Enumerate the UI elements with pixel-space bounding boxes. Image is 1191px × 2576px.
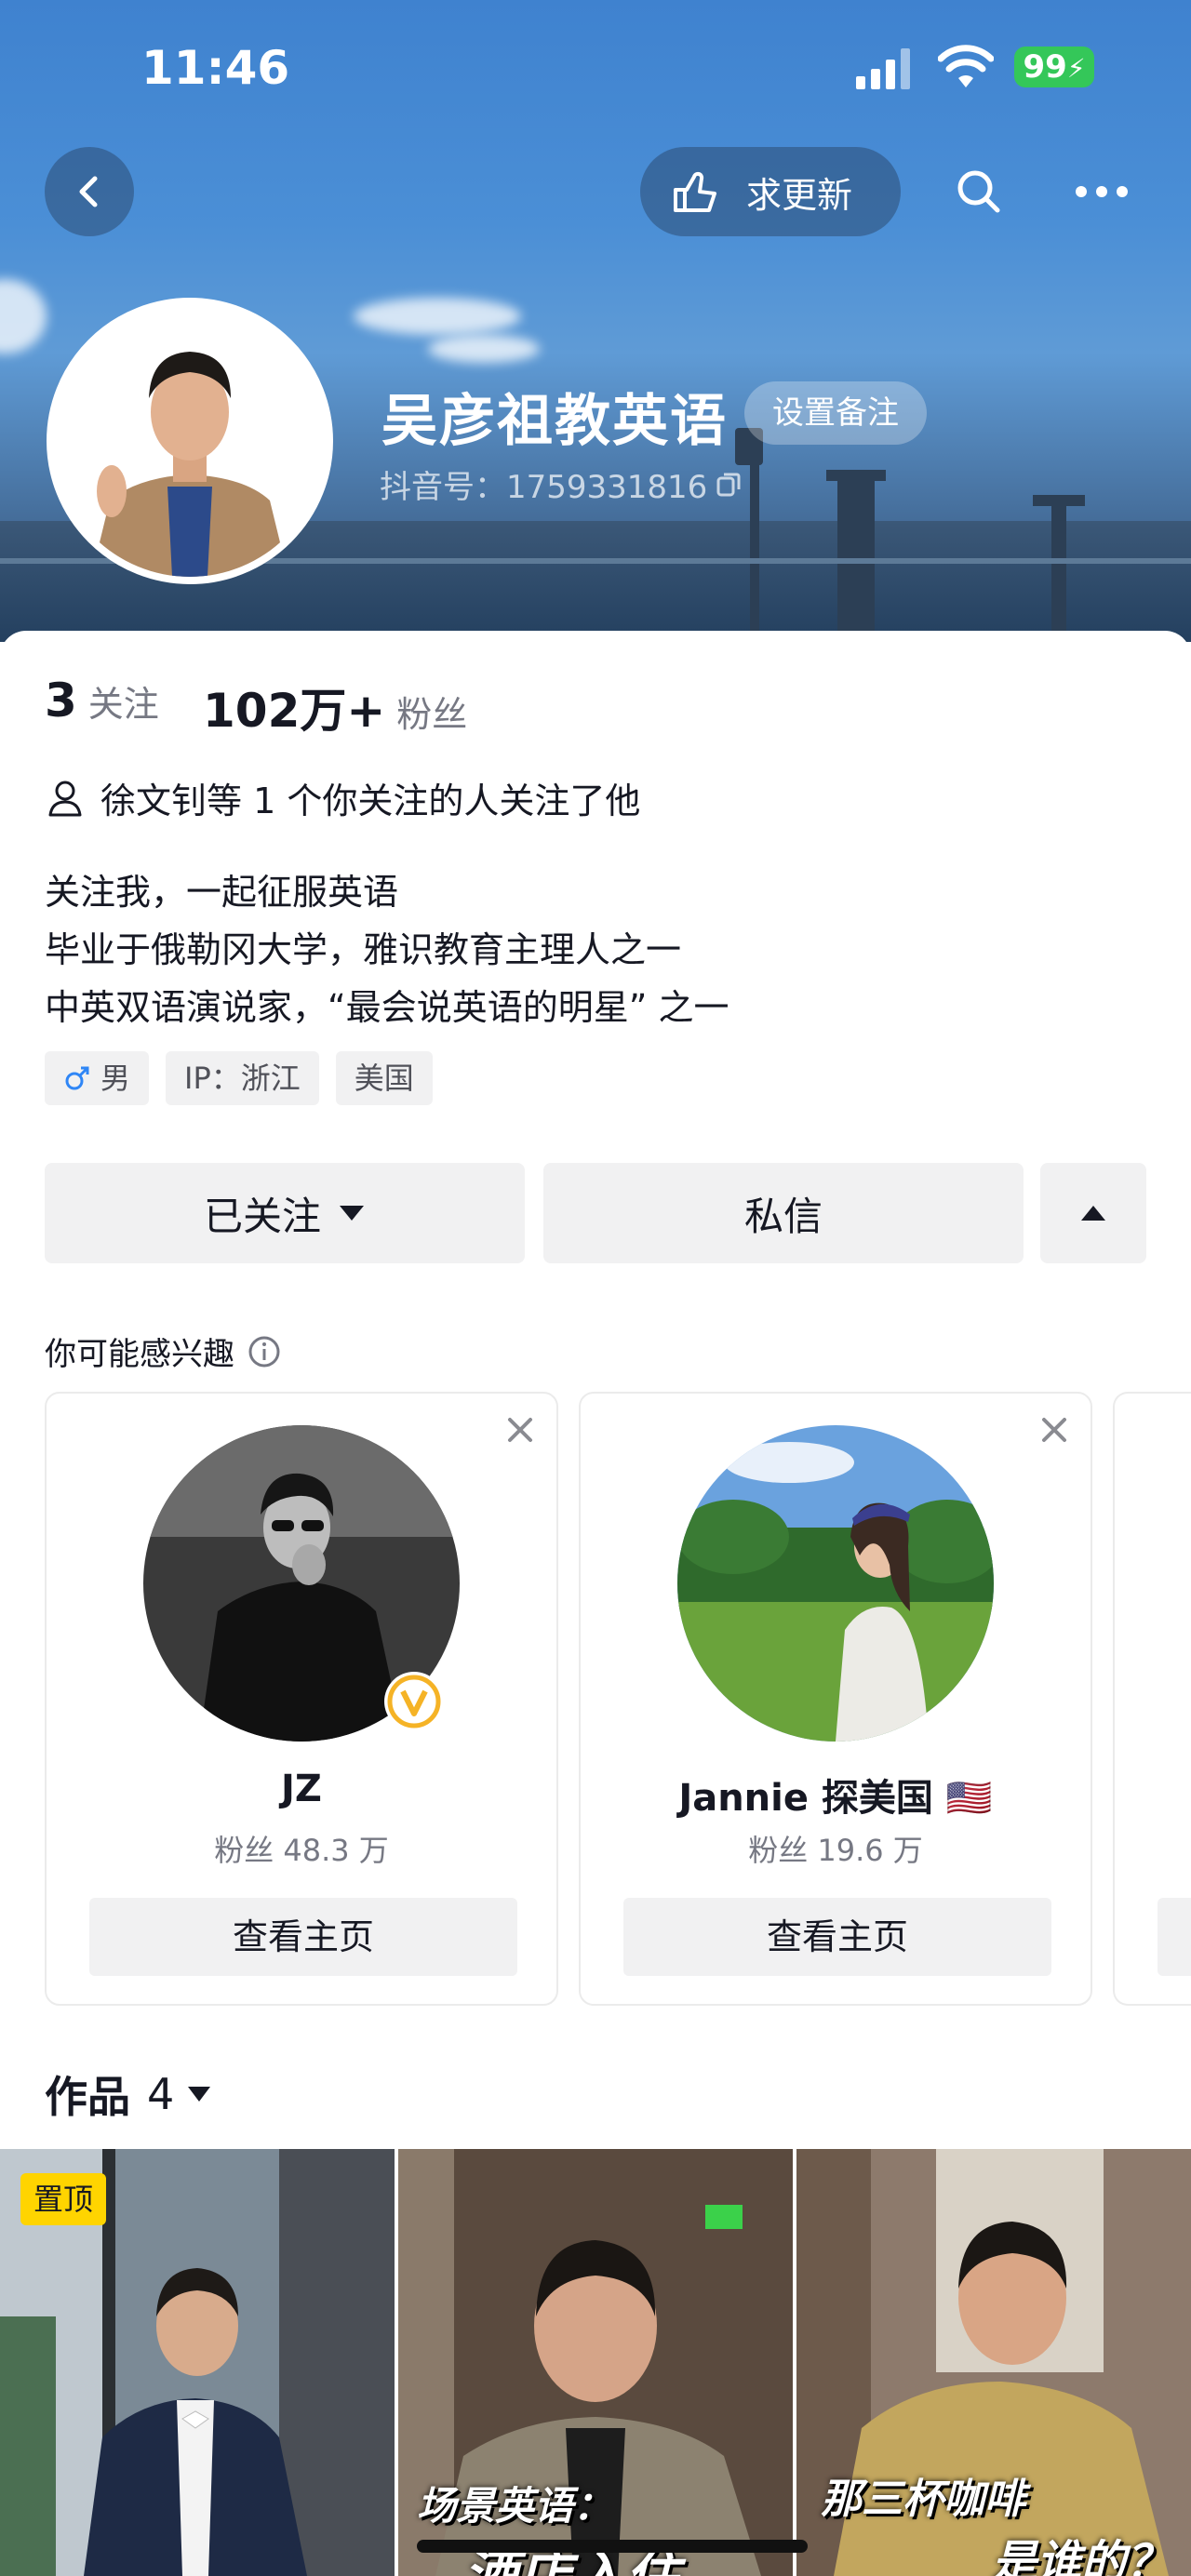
location-tag: 美国 bbox=[335, 1051, 433, 1105]
mutual-followers[interactable]: 徐文钊等 1 个你关注的人关注了他 bbox=[45, 772, 640, 823]
bio-line: 中英双语演说家，“最会说英语的明星” 之一 bbox=[45, 987, 729, 1028]
suggestion-card[interactable]: Jannie 探美国 🇺🇸 粉丝 19.6 万 查看主页 bbox=[579, 1392, 1092, 2006]
battery-indicator: 99⚡ bbox=[1014, 47, 1094, 87]
set-remark-button[interactable]: 设置备注 bbox=[744, 381, 927, 445]
back-button[interactable] bbox=[45, 147, 134, 236]
suggestion-avatar[interactable] bbox=[677, 1425, 994, 1742]
suggestion-name: JZ bbox=[281, 1768, 322, 1810]
suggestions-title: 你可能感兴趣 bbox=[45, 1336, 234, 1373]
suggestion-card[interactable]: JZ 粉丝 48.3 万 查看主页 bbox=[45, 1392, 558, 2006]
bio-line: 关注我，一起征服英语 bbox=[45, 872, 399, 913]
tag-row: 男 IP：浙江 美国 bbox=[45, 1051, 433, 1105]
back-arrow-icon bbox=[79, 176, 98, 207]
suggestion-card[interactable] bbox=[1113, 1392, 1191, 2006]
douyin-id[interactable]: 抖音号：1759331816 bbox=[380, 461, 743, 507]
following-stat[interactable]: 3 关注 bbox=[45, 674, 159, 727]
works-tab[interactable]: 作品 4 bbox=[45, 2063, 211, 2125]
video-thumbnail[interactable]: 那三杯咖啡 是谁的？ bbox=[796, 2149, 1191, 2576]
following-button[interactable]: 已关注 bbox=[45, 1163, 525, 1263]
video-caption: 是谁的？ bbox=[992, 2536, 1171, 2576]
close-icon[interactable] bbox=[504, 1414, 536, 1446]
home-indicator[interactable] bbox=[417, 2540, 808, 2553]
collapse-suggestions-button[interactable] bbox=[1040, 1163, 1146, 1263]
caret-down-icon bbox=[340, 1206, 364, 1221]
profile-avatar[interactable] bbox=[47, 298, 333, 584]
bio-line: 毕业于俄勒冈大学，雅识教育主理人之一 bbox=[45, 929, 682, 970]
request-update-button[interactable]: 求更新 bbox=[640, 147, 901, 236]
view-profile-button[interactable] bbox=[1158, 1898, 1191, 1976]
wifi-icon bbox=[937, 45, 995, 93]
hand-point-icon bbox=[674, 171, 716, 212]
close-icon[interactable] bbox=[1038, 1414, 1070, 1446]
person-icon bbox=[48, 781, 82, 816]
caret-down-icon bbox=[188, 2087, 211, 2102]
info-icon[interactable] bbox=[248, 1335, 281, 1368]
search-icon bbox=[957, 170, 1000, 213]
suggestions-header: 你可能感兴趣 bbox=[45, 1328, 281, 1374]
ip-tag: IP：浙江 bbox=[166, 1051, 319, 1105]
video-thumbnail[interactable]: 场景英语： 酒店入住 bbox=[398, 2149, 793, 2576]
more-dots-icon bbox=[1076, 186, 1128, 197]
signal-icon bbox=[856, 48, 914, 89]
copy-icon bbox=[716, 473, 741, 496]
search-button[interactable] bbox=[934, 147, 1024, 236]
video-caption: 场景英语： bbox=[417, 2483, 613, 2529]
message-button[interactable]: 私信 bbox=[543, 1163, 1024, 1263]
more-button[interactable] bbox=[1057, 147, 1146, 236]
video-thumbnail[interactable]: 置顶 bbox=[0, 2149, 395, 2576]
suggestion-name: Jannie 探美国 🇺🇸 bbox=[678, 1777, 993, 1820]
suggestion-fans: 粉丝 19.6 万 bbox=[748, 1833, 923, 1868]
view-profile-button[interactable]: 查看主页 bbox=[623, 1898, 1051, 1976]
request-update-label: 求更新 bbox=[746, 174, 853, 216]
suggestion-fans: 粉丝 48.3 万 bbox=[214, 1833, 389, 1868]
followers-stat[interactable]: 102万+ 粉丝 bbox=[203, 674, 467, 741]
profile-name: 吴彦祖教英语 bbox=[381, 389, 728, 454]
gender-tag: 男 bbox=[45, 1051, 150, 1105]
status-time: 11:46 bbox=[141, 41, 290, 95]
video-caption: 那三杯咖啡 bbox=[821, 2476, 1025, 2523]
pinned-badge: 置顶 bbox=[20, 2173, 107, 2225]
verified-badge-icon bbox=[384, 1672, 444, 1731]
male-icon bbox=[65, 1066, 89, 1090]
caret-up-icon bbox=[1081, 1206, 1105, 1221]
view-profile-button[interactable]: 查看主页 bbox=[89, 1898, 517, 1976]
